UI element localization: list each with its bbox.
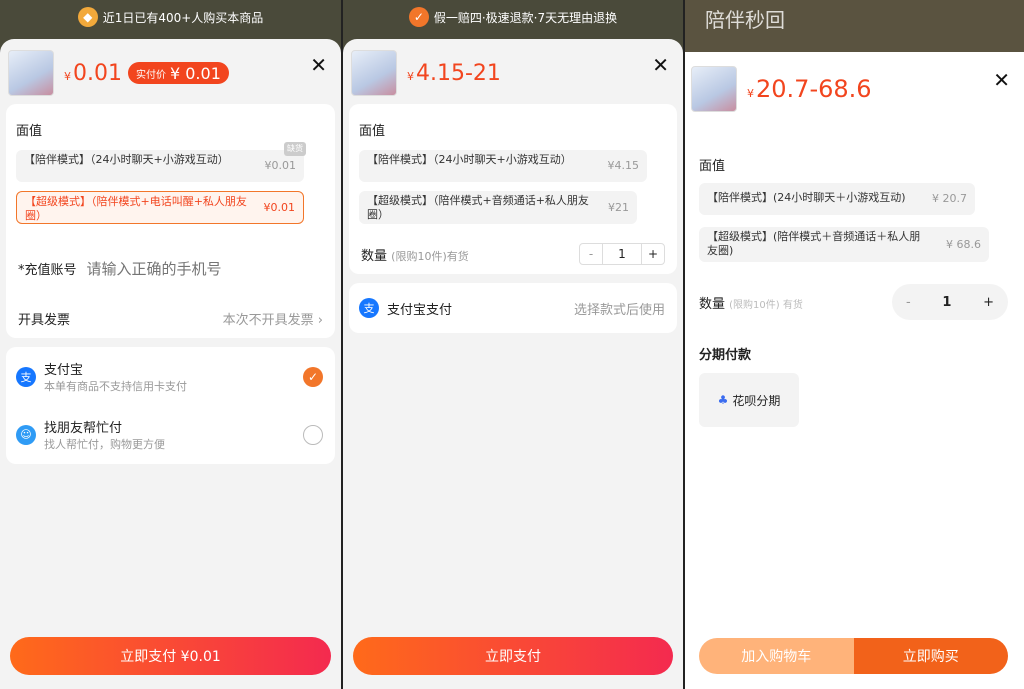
decrement-button[interactable]: - bbox=[906, 295, 911, 310]
sku-option[interactable]: 【陪伴模式】（24小时聊天+小游戏互动） ¥4.15 bbox=[359, 150, 647, 182]
quantity-row: 数量 (限购10件) 有货 -1 + bbox=[699, 284, 1008, 320]
installment-label: 分期付款 bbox=[699, 348, 752, 363]
alipay-icon: 支 bbox=[359, 298, 379, 318]
purchase-notice: ◆ 近1日已有400+人购买本商品 bbox=[0, 5, 341, 29]
order-sheet-1: ◆ 近1日已有400+人购买本商品 ¥0.01 实付价 ¥ 0.01 ✕ 面值 【陪… bbox=[0, 0, 341, 689]
checkmark-icon[interactable]: ✓ bbox=[303, 366, 323, 387]
huabei-installment-option[interactable]: ♣ 花呗分期 bbox=[699, 373, 799, 427]
sku-sheet: ¥20.7-68.6 ✕ 面值 【陪伴模式】(24小时聊天＋小游戏互动) ¥ 2… bbox=[685, 52, 1024, 689]
price: ¥20.7-68.6 bbox=[747, 75, 872, 103]
sku-option[interactable]: 【陪伴模式】（24小时聊天+小游戏互动） ¥0.01 缺货 bbox=[16, 142, 306, 182]
pay-button[interactable]: 立即支付 ¥0.01 bbox=[10, 637, 331, 675]
alipay-icon: 支 bbox=[16, 366, 36, 387]
increment-button[interactable]: + bbox=[983, 295, 994, 310]
sku-option[interactable]: 【超级模式】(陪伴模式＋音频通话＋私人朋友圈) ¥ 68.6 bbox=[699, 227, 989, 262]
order-sheet-2: ✓ 假一赔四·极速退款·7天无理由退换 ¥4.15-21 ✕ 面值 【陪伴模式】（… bbox=[343, 0, 683, 689]
product-thumbnail bbox=[351, 50, 397, 96]
sku-option-selected[interactable]: 【超级模式】（陪伴模式+电话叫醒+私人朋友圈） ¥0.01 bbox=[16, 191, 304, 224]
sku-sheet: ¥4.15-21 ✕ 面值 【陪伴模式】（24小时聊天+小游戏互动） ¥4.15… bbox=[343, 39, 683, 689]
close-icon[interactable]: ✕ bbox=[310, 53, 327, 77]
final-price-badge: 实付价 ¥ 0.01 bbox=[127, 62, 229, 84]
out-of-stock-tag: 缺货 bbox=[284, 142, 306, 156]
sku-option[interactable]: 【陪伴模式】(24小时聊天＋小游戏互动) ¥ 20.7 bbox=[699, 183, 975, 215]
product-header: ¥20.7-68.6 bbox=[691, 66, 872, 112]
radio-button[interactable] bbox=[303, 424, 323, 445]
payment-card: 支 支付宝 本单有商品不支持信用卡支付 ✓ ☺ 找朋友帮忙付 找人帮忙付，购物更方便 bbox=[6, 347, 335, 464]
section-label: 面值 bbox=[359, 124, 386, 139]
product-header: ¥0.01 实付价 ¥ 0.01 bbox=[8, 50, 229, 96]
friend-pay-icon: ☺ bbox=[16, 424, 36, 445]
pay-button[interactable]: 立即支付 bbox=[353, 637, 673, 675]
price: ¥4.15-21 bbox=[407, 60, 501, 86]
quantity-stepper: -1 + bbox=[892, 284, 1008, 320]
sku-sheet: ¥0.01 实付价 ¥ 0.01 ✕ 面值 【陪伴模式】（24小时聊天+小游戏互动… bbox=[0, 39, 341, 689]
phone-input[interactable] bbox=[86, 259, 267, 278]
gift-icon: ◆ bbox=[77, 7, 98, 27]
background-page: 陪伴秒回 bbox=[685, 0, 1024, 52]
close-icon[interactable]: ✕ bbox=[993, 68, 1010, 92]
product-thumbnail bbox=[8, 50, 54, 96]
bottom-action-bar: 加入购物车 立即购买 bbox=[685, 631, 1024, 689]
pay-method-alipay[interactable]: 支 支付宝 本单有商品不支持信用卡支付 ✓ bbox=[16, 359, 323, 394]
buy-now-button[interactable]: 立即购买 bbox=[853, 638, 1008, 674]
invoice-row[interactable]: 开具发票 本次不开具发票 › bbox=[18, 309, 323, 328]
section-label: 面值 bbox=[699, 159, 726, 174]
quantity-stepper: -1 + bbox=[579, 243, 665, 265]
guarantee-notice: ✓ 假一赔四·极速退款·7天无理由退换 bbox=[343, 5, 683, 29]
chevron-right-icon: › bbox=[317, 313, 323, 328]
section-label: 面值 bbox=[16, 124, 43, 139]
add-to-cart-button[interactable]: 加入购物车 bbox=[699, 638, 854, 674]
product-header: ¥4.15-21 bbox=[351, 50, 501, 96]
quantity-row: 数量 (限购10件)有货 -1 + bbox=[361, 243, 665, 265]
huabei-icon: ♣ bbox=[717, 393, 729, 407]
pay-method-alipay[interactable]: 支支付宝支付 选择款式后使用 bbox=[359, 298, 665, 318]
shield-icon: ✓ bbox=[408, 7, 429, 27]
close-icon[interactable]: ✕ bbox=[652, 53, 669, 77]
sku-card: 面值 【陪伴模式】（24小时聊天+小游戏互动） ¥4.15 【超级模式】（陪伴模… bbox=[349, 104, 677, 274]
increment-button[interactable]: + bbox=[642, 247, 664, 261]
payment-card: 支支付宝支付 选择款式后使用 bbox=[349, 283, 677, 333]
account-field: *充值账号 bbox=[18, 259, 323, 278]
order-sheet-3: 陪伴秒回 ¥20.7-68.6 ✕ 面值 【陪伴模式】(24小时聊天＋小游戏互动… bbox=[685, 0, 1024, 689]
product-thumbnail bbox=[691, 66, 737, 112]
pay-method-friend[interactable]: ☺ 找朋友帮忙付 找人帮忙付，购物更方便 bbox=[16, 417, 323, 452]
sku-option[interactable]: 【超级模式】（陪伴模式+音频通话+私人朋友圈） ¥21 bbox=[359, 191, 637, 224]
price: ¥0.01 bbox=[64, 60, 122, 86]
decrement-button[interactable]: - bbox=[580, 247, 602, 261]
sku-card: 面值 【陪伴模式】（24小时聊天+小游戏互动） ¥0.01 缺货 【超级模式】（… bbox=[6, 104, 335, 338]
